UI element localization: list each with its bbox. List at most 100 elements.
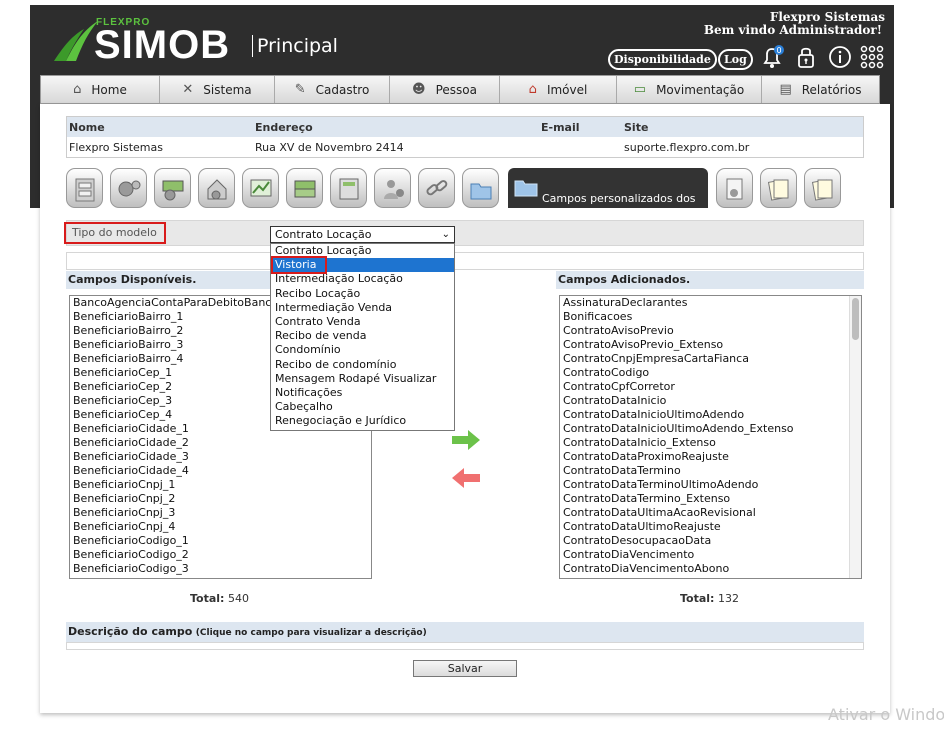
- company-name: Flexpro Sistemas: [769, 10, 885, 24]
- tile-money-gear[interactable]: [154, 168, 191, 208]
- log-button[interactable]: Log: [718, 49, 753, 70]
- added-total: Total: 132: [680, 592, 739, 605]
- list-item[interactable]: BeneficiarioCnpj_2: [70, 492, 371, 506]
- add-field-arrow-icon[interactable]: [450, 428, 482, 452]
- list-item[interactable]: ContratoDataUltimoReajuste: [560, 520, 861, 534]
- tile-chart[interactable]: [242, 168, 279, 208]
- remove-field-arrow-icon[interactable]: [450, 466, 482, 490]
- tile-documents-alt[interactable]: [804, 168, 841, 208]
- scrollbar-thumb[interactable]: [852, 298, 859, 340]
- table-cell: suporte.flexpro.com.br: [624, 140, 750, 154]
- tile-calculator[interactable]: [330, 168, 367, 208]
- availability-button[interactable]: Disponibilidade: [608, 49, 717, 70]
- added-fields-list[interactable]: AssinaturaDeclarantes Bonificacoes Contrat…: [559, 295, 862, 579]
- apps-grid-icon[interactable]: [858, 43, 886, 71]
- list-item[interactable]: BeneficiarioCnpj_3: [70, 506, 371, 520]
- dropdown-option[interactable]: Notificações: [271, 386, 454, 400]
- dropdown-option[interactable]: Recibo de venda: [271, 329, 454, 343]
- nav-relatorios[interactable]: ▤ Relatórios: [762, 76, 879, 103]
- list-item[interactable]: ContratoCpfCorretor: [560, 380, 861, 394]
- list-item[interactable]: BeneficiarioCidade_2: [70, 436, 371, 450]
- model-type-row: [66, 220, 864, 246]
- scrollbar[interactable]: [849, 296, 861, 578]
- dropdown-option[interactable]: Mensagem Rodapé Visualizar: [271, 372, 454, 386]
- list-item[interactable]: BeneficiarioCodigo_2: [70, 548, 371, 562]
- list-item[interactable]: AssinaturaDeclarantes: [560, 296, 861, 310]
- dropdown-option[interactable]: Renegociação e Jurídico: [271, 414, 454, 428]
- nav-cadastro[interactable]: ✎ Cadastro: [275, 76, 390, 103]
- tile-cabinet[interactable]: [66, 168, 103, 208]
- lock-icon[interactable]: [792, 43, 820, 71]
- list-items: AssinaturaDeclarantes Bonificacoes Contrat…: [560, 296, 861, 576]
- list-item[interactable]: ContratoAvisoPrevio: [560, 324, 861, 338]
- list-item[interactable]: BeneficiarioCodigo_1: [70, 534, 371, 548]
- save-button[interactable]: Salvar: [413, 660, 517, 677]
- dropdown-option[interactable]: Contrato Venda: [271, 315, 454, 329]
- total-value: 540: [227, 592, 249, 605]
- tile-house-gear[interactable]: [198, 168, 235, 208]
- list-item[interactable]: ContratoDataTerminoUltimoAdendo: [560, 478, 861, 492]
- total-label: Total:: [680, 592, 715, 605]
- brand-title: SIMOB: [94, 23, 231, 67]
- list-item[interactable]: ContratoDiaVencimentoAbono: [560, 562, 861, 576]
- money-stack-icon: [294, 180, 316, 198]
- documents-alt-icon: [811, 179, 833, 201]
- dropdown-option[interactable]: Condomínio: [271, 343, 454, 357]
- bell-icon[interactable]: 0: [758, 43, 786, 71]
- nav-movimentacao[interactable]: ▭ Movimentação: [617, 76, 762, 103]
- list-item[interactable]: BeneficiarioCidade_3: [70, 450, 371, 464]
- list-item[interactable]: BeneficiarioCodigo_3: [70, 562, 371, 576]
- nav-pessoa[interactable]: ☻ Pessoa: [390, 76, 500, 103]
- tile-person-gear[interactable]: [374, 168, 411, 208]
- dropdown-option[interactable]: Recibo Locação: [271, 287, 454, 301]
- column-header: Nome: [69, 120, 105, 134]
- dropdown-option[interactable]: Cabeçalho: [271, 400, 454, 414]
- model-type-select[interactable]: Contrato Locação ⌄: [270, 226, 455, 243]
- list-item[interactable]: ContratoDataInicio_Extenso: [560, 436, 861, 450]
- tile-link[interactable]: [418, 168, 455, 208]
- money-icon: ▭: [633, 82, 647, 97]
- tile-folder[interactable]: [462, 168, 499, 208]
- list-item[interactable]: ContratoDataInicio: [560, 394, 861, 408]
- report-icon: ▤: [779, 82, 792, 97]
- nav-sistema[interactable]: ✕ Sistema: [160, 76, 275, 103]
- list-item[interactable]: ContratoDiaVencimento: [560, 548, 861, 562]
- dropdown-option[interactable]: Intermediação Venda: [271, 301, 454, 315]
- list-item[interactable]: BeneficiarioCnpj_1: [70, 478, 371, 492]
- section-title: Principal: [257, 35, 338, 57]
- model-type-dropdown: Contrato Locação Vistoria Intermediação …: [270, 243, 455, 431]
- description-label: Descrição do campo: [68, 625, 193, 638]
- list-item[interactable]: ContratoCnpjEmpresaCartaFianca: [560, 352, 861, 366]
- tile-document-gear[interactable]: [716, 168, 753, 208]
- list-item[interactable]: BeneficiarioCnpj_4: [70, 520, 371, 534]
- info-icon[interactable]: [826, 43, 854, 71]
- nav-home[interactable]: ⌂ Home: [41, 76, 160, 103]
- tile-documents[interactable]: [760, 168, 797, 208]
- nav-imovel[interactable]: ⌂ Imóvel: [500, 76, 617, 103]
- tile-gears[interactable]: [110, 168, 147, 208]
- list-item[interactable]: ContratoDesocupacaoData: [560, 534, 861, 548]
- list-item[interactable]: ContratoDataProximoReajuste: [560, 450, 861, 464]
- list-item[interactable]: BeneficiarioCidade_4: [70, 464, 371, 478]
- chevron-down-icon: ⌄: [441, 229, 450, 240]
- folder-open-icon: [514, 180, 538, 197]
- list-item[interactable]: ContratoAvisoPrevio_Extenso: [560, 338, 861, 352]
- nav-label: Sistema: [203, 82, 252, 97]
- available-total: Total: 540: [190, 592, 249, 605]
- list-item[interactable]: Bonificacoes: [560, 310, 861, 324]
- list-item[interactable]: ContratoDataInicioUltimoAdendo_Extenso: [560, 422, 861, 436]
- list-item[interactable]: ContratoDataTermino_Extenso: [560, 492, 861, 506]
- model-type-value: Contrato Locação: [275, 228, 372, 241]
- tile-money-stack[interactable]: [286, 168, 323, 208]
- dropdown-option[interactable]: Recibo de condomínio: [271, 358, 454, 372]
- chart-icon: [250, 179, 272, 197]
- column-header: Site: [624, 120, 649, 134]
- list-item[interactable]: ContratoDataUltimaAcaoRevisional: [560, 506, 861, 520]
- dropdown-option[interactable]: Intermediação Locação: [271, 272, 454, 286]
- list-item[interactable]: ContratoDataInicioUltimoAdendo: [560, 408, 861, 422]
- tab-campos-personalizados[interactable]: Campos personalizados dos: [508, 168, 708, 208]
- list-item[interactable]: ContratoDataTermino: [560, 464, 861, 478]
- calculator-icon: [339, 178, 359, 200]
- nav-label: Pessoa: [435, 82, 477, 97]
- list-item[interactable]: ContratoCodigo: [560, 366, 861, 380]
